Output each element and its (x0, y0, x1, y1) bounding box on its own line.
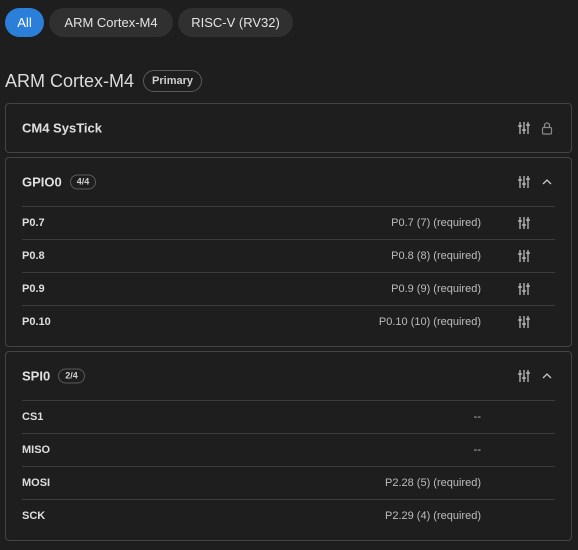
pin-name: P0.8 (22, 250, 45, 262)
peripheral-card-gpio0: GPIO0 4/4 P0.7 P0.7 (7) (required) P0.8 … (5, 157, 572, 347)
pin-assignment: P2.29 (4) (required) (385, 510, 481, 522)
pin-name: P0.7 (22, 217, 45, 229)
sliders-icon[interactable] (517, 175, 531, 189)
pin-name: MISO (22, 444, 51, 456)
pin-list: CS1 -- MISO -- MOSI P2.28 (5) (required)… (22, 400, 555, 532)
pin-assignment: P2.28 (5) (required) (385, 477, 481, 489)
filter-tabs: All ARM Cortex-M4 RISC-V (RV32) (5, 8, 293, 37)
pin-name: P0.9 (22, 283, 45, 295)
pin-assignment: P0.9 (9) (required) (391, 283, 481, 295)
pin-row: MOSI P2.28 (5) (required) (22, 466, 555, 499)
pin-list: P0.7 P0.7 (7) (required) P0.8 P0.8 (8) (… (22, 206, 555, 338)
card-header: GPIO0 4/4 (6, 158, 571, 206)
pin-row: P0.8 P0.8 (8) (required) (22, 239, 555, 272)
tab-all[interactable]: All (5, 8, 44, 37)
section-header: ARM Cortex-M4 Primary (5, 70, 202, 92)
sliders-icon[interactable] (517, 282, 531, 296)
peripheral-card-systick: CM4 SysTick (5, 103, 572, 153)
pin-assignment: -- (473, 444, 481, 456)
pin-assignment: -- (473, 411, 481, 423)
pin-row: SCK P2.29 (4) (required) (22, 499, 555, 532)
pin-row: P0.7 P0.7 (7) (required) (22, 206, 555, 239)
pin-assignment: P0.8 (8) (required) (391, 250, 481, 262)
pin-name: CS1 (22, 411, 44, 423)
pin-row: CS1 -- (22, 400, 555, 433)
peripheral-name: GPIO0 4/4 (22, 174, 97, 190)
lock-icon (540, 121, 554, 135)
pin-count-badge: 2/4 (58, 368, 85, 384)
primary-badge: Primary (143, 70, 202, 92)
sliders-icon[interactable] (517, 315, 531, 329)
pin-row: P0.9 P0.9 (9) (required) (22, 272, 555, 305)
tab-arm-cortex-m4[interactable]: ARM Cortex-M4 (49, 8, 173, 37)
card-header: CM4 SysTick (6, 104, 571, 152)
tab-risc-v[interactable]: RISC-V (RV32) (178, 8, 293, 37)
pin-name: SCK (22, 510, 46, 522)
pin-assignment: P0.10 (10) (required) (378, 316, 481, 328)
pin-row: MISO -- (22, 433, 555, 466)
pin-assignment: P0.7 (7) (required) (391, 217, 481, 229)
peripheral-card-spi0: SPI0 2/4 CS1 -- MISO -- MOSI P2.28 (5) (… (5, 351, 572, 541)
sliders-icon[interactable] (517, 369, 531, 383)
peripheral-name-label: SPI0 (22, 368, 51, 384)
chevron-up-icon[interactable] (540, 175, 554, 189)
peripheral-name-label: CM4 SysTick (22, 120, 102, 136)
peripheral-name-label: GPIO0 (22, 174, 62, 190)
pin-row: P0.10 P0.10 (10) (required) (22, 305, 555, 338)
pin-count-badge: 4/4 (69, 174, 97, 190)
peripheral-name: CM4 SysTick (22, 121, 102, 136)
sliders-icon[interactable] (517, 216, 531, 230)
sliders-icon[interactable] (517, 249, 531, 263)
sliders-icon[interactable] (517, 121, 531, 135)
chevron-up-icon[interactable] (540, 369, 554, 383)
peripheral-name: SPI0 2/4 (22, 368, 85, 384)
section-title: ARM Cortex-M4 (5, 70, 135, 91)
card-header: SPI0 2/4 (6, 352, 571, 400)
pin-name: MOSI (22, 477, 51, 489)
pin-name: P0.10 (22, 316, 51, 328)
